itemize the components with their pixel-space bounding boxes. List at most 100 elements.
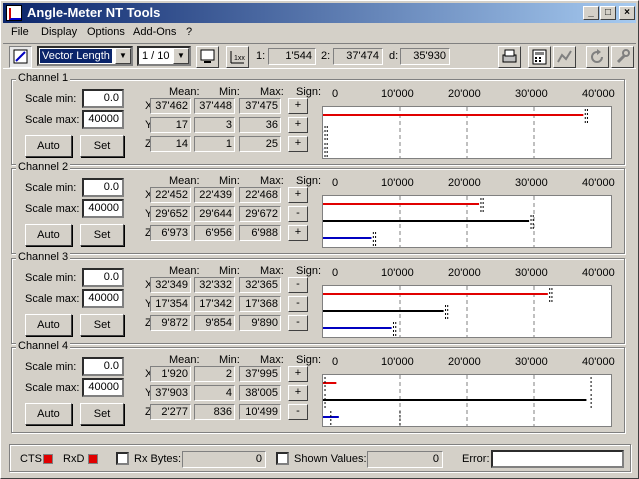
bar-plot (322, 285, 612, 338)
y-min-value: 17'342 (194, 296, 235, 312)
ratio-select[interactable]: 1 / 10 ▼ (137, 46, 191, 66)
scale-axis: 0 10'000 20'000 30'000 40'000 (322, 267, 615, 283)
x-sign-button[interactable]: + (288, 98, 308, 114)
cts-indicator (43, 454, 53, 464)
rx-bytes-checkbox[interactable] (116, 452, 129, 465)
scale-max-label: Scale max: (25, 114, 80, 126)
y-sign-button[interactable]: - (288, 206, 308, 222)
bar-plot-svg (323, 107, 588, 158)
z-sign-button[interactable]: - (288, 404, 308, 420)
menu-display[interactable]: Display (41, 26, 77, 38)
toolbar: Vector Length ▼ 1 / 10 ▼ 1xx 1: 1'544 2:… (3, 43, 636, 69)
scale-min-label: Scale min: (25, 182, 77, 194)
x-mean-value: 1'920 (150, 366, 191, 382)
x-max-value: 37'995 (239, 366, 281, 382)
sign-header: Sign: (296, 175, 322, 187)
x-sign-button[interactable]: + (288, 187, 308, 203)
set-button[interactable]: Set (80, 403, 124, 425)
monitor-icon[interactable] (196, 46, 219, 68)
scale-max-input[interactable]: 40000 (82, 378, 124, 397)
menu-file[interactable]: File (11, 26, 29, 38)
y-max-value: 38'005 (239, 385, 281, 401)
print-icon[interactable] (498, 46, 521, 68)
shown-values-value: 0 (367, 451, 443, 468)
z-sign-button[interactable]: + (288, 136, 308, 152)
max-header: Max: (260, 354, 284, 366)
minimize-button[interactable]: _ (583, 6, 599, 20)
reading-1-label: 1: (256, 50, 266, 62)
max-header: Max: (260, 265, 284, 277)
chevron-down-icon[interactable]: ▼ (115, 48, 131, 64)
z-max-value: 25 (239, 136, 281, 152)
calibrate-icon[interactable] (9, 46, 32, 68)
maximize-button[interactable]: □ (600, 6, 616, 20)
close-button[interactable]: × (619, 6, 635, 20)
chart-icon[interactable] (553, 46, 576, 68)
auto-button[interactable]: Auto (25, 224, 72, 246)
scale-max-input[interactable]: 40000 (82, 110, 124, 129)
app-icon[interactable] (6, 5, 22, 21)
menu-add-ons[interactable]: Add-Ons (133, 26, 176, 38)
scale-axis: 0 10'000 20'000 30'000 40'000 (322, 356, 615, 372)
y-mean-value: 17 (150, 117, 191, 133)
window-title: Angle-Meter NT Tools (27, 5, 161, 20)
chevron-down-icon[interactable]: ▼ (173, 48, 189, 64)
scale-tick-label: 20'000 (448, 177, 481, 189)
calculator-icon[interactable] (528, 46, 551, 68)
y-min-value: 29'644 (194, 206, 235, 222)
y-sign-button[interactable]: + (288, 385, 308, 401)
z-min-value: 1 (194, 136, 235, 152)
error-field[interactable] (491, 450, 624, 468)
menu-options[interactable]: Options (87, 26, 125, 38)
z-mean-value: 2'277 (150, 404, 191, 420)
z-min-value: 6'956 (194, 225, 235, 241)
x-sign-button[interactable]: - (288, 277, 308, 293)
title-bar[interactable]: Angle-Meter NT Tools _ □ × (3, 3, 636, 23)
min-header: Min: (219, 86, 240, 98)
x-min-value: 2 (194, 366, 235, 382)
set-button[interactable]: Set (80, 224, 124, 246)
mode-select[interactable]: Vector Length ▼ (37, 46, 133, 66)
set-button[interactable]: Set (80, 314, 124, 336)
mean-header: Mean: (169, 354, 200, 366)
min-header: Min: (219, 354, 240, 366)
y-sign-button[interactable]: + (288, 117, 308, 133)
z-sign-button[interactable]: - (288, 315, 308, 331)
shown-values-checkbox[interactable] (276, 452, 289, 465)
x-mean-value: 32'349 (150, 277, 191, 293)
set-button[interactable]: Set (80, 135, 124, 157)
y-mean-value: 37'903 (150, 385, 191, 401)
auto-button[interactable]: Auto (25, 135, 72, 157)
scale-min-input[interactable]: 0.0 (82, 357, 124, 376)
max-header: Max: (260, 86, 284, 98)
z-sign-button[interactable]: + (288, 225, 308, 241)
scale-min-input[interactable]: 0.0 (82, 178, 124, 197)
menu-help[interactable]: ? (186, 26, 192, 38)
scale-min-input[interactable]: 0.0 (82, 268, 124, 287)
rxd-label: RxD (63, 453, 85, 465)
min-header: Min: (219, 265, 240, 277)
reading-1-value: 1'544 (268, 48, 316, 65)
rx-bytes-label: Rx Bytes: (134, 453, 182, 465)
difference-label: d: (389, 50, 399, 62)
sign-header: Sign: (296, 354, 322, 366)
scale-tick-label: 20'000 (448, 267, 481, 279)
z-max-value: 6'988 (239, 225, 281, 241)
rx-bytes-value: 0 (182, 451, 266, 468)
bar-plot (322, 374, 612, 427)
svg-text:1xx: 1xx (234, 55, 245, 62)
scale-max-input[interactable]: 40000 (82, 289, 124, 308)
x-sign-button[interactable]: + (288, 366, 308, 382)
auto-button[interactable]: Auto (25, 403, 72, 425)
scale-icon[interactable]: 1xx (226, 46, 249, 68)
wrench-icon[interactable] (611, 46, 634, 68)
scale-max-label: Scale max: (25, 293, 80, 305)
y-max-value: 17'368 (239, 296, 281, 312)
scale-max-input[interactable]: 40000 (82, 199, 124, 218)
scale-min-input[interactable]: 0.0 (82, 89, 124, 108)
sign-header: Sign: (296, 265, 322, 277)
auto-button[interactable]: Auto (25, 314, 72, 336)
channel-title: Channel 4 (16, 340, 71, 352)
y-sign-button[interactable]: - (288, 296, 308, 312)
refresh-icon[interactable] (586, 46, 609, 68)
